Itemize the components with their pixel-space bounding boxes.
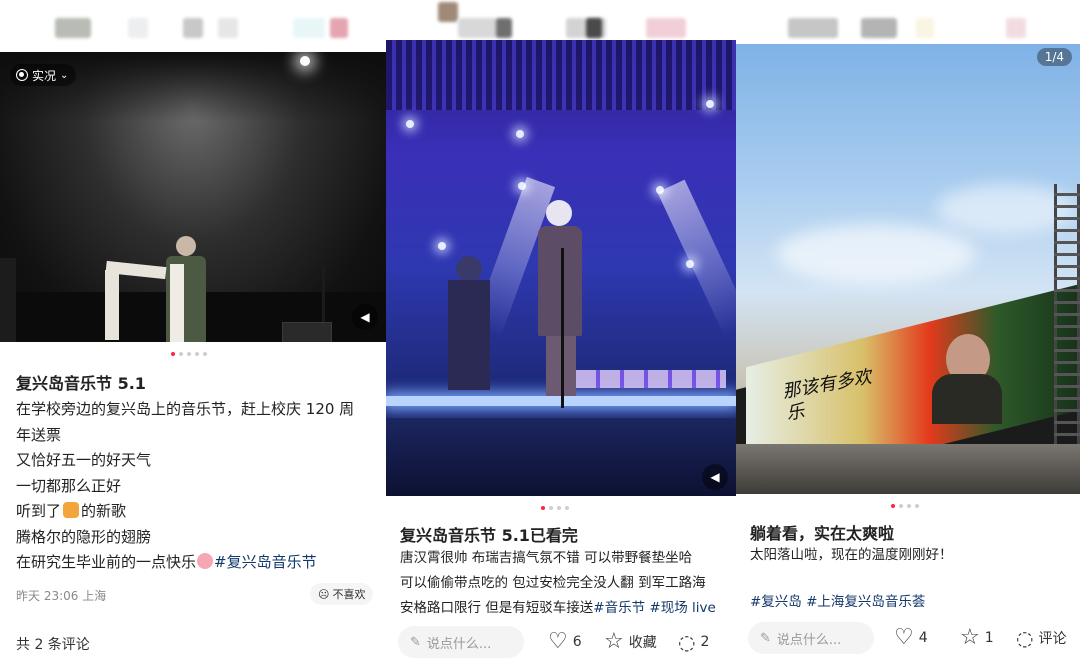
carousel-dot [557,506,561,510]
carousel-dots [891,504,919,508]
post-body: 太阳落山啦，现在的温度刚刚好！ [750,543,953,568]
body-line: 腾格尔的隐形的翅膀 [16,527,152,546]
body-line: 一切都那么正好 [16,476,122,495]
carousel-dot [899,504,903,508]
comment-input[interactable]: ✎ 说点什么... [748,622,874,654]
carousel-dot [549,506,553,510]
live-photo-icon [16,69,28,81]
comment-placeholder: 说点什么... [776,632,842,648]
tiger-emoji [63,502,80,518]
carousel-dot [915,504,919,508]
post-photo[interactable]: 实况 ⌄ ◀ [0,52,386,342]
collect-button[interactable]: ☆ 收藏 [604,631,657,653]
not-interested-button[interactable]: ☹ 不喜欢 [310,583,374,605]
comment-count: 2 [700,634,710,650]
comments-count: 共 2 条评论 [16,637,90,653]
sad-face-icon: ☹ [318,587,330,601]
post-title: 复兴岛音乐节 5.1已看完 [400,526,578,545]
post-card-2[interactable]: ◀ 复兴岛音乐节 5.1已看完 唐汉霄很帅 布瑞吉搞气氛不错 可以带野餐垫坐哈 … [386,0,736,667]
star-icon: ☆ [604,629,624,654]
carousel-dot [179,352,183,356]
hashtag-link[interactable]: #上海复兴岛音乐荟 [806,594,925,610]
live-photo-chip[interactable]: 实况 ⌄ [10,64,77,86]
like-count: 4 [918,630,928,646]
post-body: 唐汉霄很帅 布瑞吉搞气氛不错 可以带野餐垫坐哈 可以偷偷带点吃的 包过安检完全没… [400,546,716,621]
pig-emoji [197,553,214,569]
body-line: 在研究生毕业前的一点快乐 #复兴岛音乐节 [16,550,354,576]
comment-button[interactable]: ◌ 2 [678,632,709,652]
pencil-icon: ✎ [410,634,421,650]
body-line: 可以偷偷带点吃的 包过安检完全没人翻 到军工路海 [400,575,706,591]
carousel-dots [541,506,569,510]
bottom-action-bar: ✎ 说点什么... ♡ 4 ☆ 1 ◌ 评论 [736,614,1080,662]
body-line: 在学校旁边的复兴岛上的音乐节，赶上校庆 120 周 [16,400,355,418]
hashtag-link[interactable]: #音乐节 [593,600,645,616]
post-photo[interactable]: 那该有多欢乐 1/4 [736,44,1080,494]
comment-input[interactable]: ✎ 说点什么... [398,626,524,658]
like-count: 6 [572,634,582,650]
carousel-dot [541,506,545,510]
post-title: 复兴岛音乐节 5.1 [16,374,146,393]
not-interested-label: 不喜欢 [332,588,366,601]
like-button[interactable]: ♡ 6 [548,631,582,653]
post-card-1[interactable]: 实况 ⌄ ◀ 复兴岛音乐节 5.1 在学校旁边的复兴岛上的音乐节，赶上校庆 12… [0,0,386,667]
post-photo[interactable]: ◀ [386,40,736,496]
post-meta: 昨天 23:06 上海 [16,589,107,603]
carousel-dot [203,352,207,356]
screenshot-root: 实况 ⌄ ◀ 复兴岛音乐节 5.1 在学校旁边的复兴岛上的音乐节，赶上校庆 12… [0,0,1080,667]
carousel-dot [907,504,911,508]
post-tags: #复兴岛 #上海复兴岛音乐荟 [750,590,925,615]
body-line: 又恰好五一的好天气 [16,451,152,469]
comment-icon: ◌ [678,630,696,654]
carousel-dot [891,504,895,508]
body-line: 听到了 的新歌 [16,499,354,525]
carousel-dots [171,352,207,356]
live-photo-label: 实况 [32,68,57,83]
comment-placeholder: 说点什么... [426,636,492,652]
body-line: 唐汉霄很帅 布瑞吉搞气氛不错 可以带野餐垫坐哈 [400,550,693,566]
body-line: 太阳落山啦，现在的温度刚刚好！ [750,547,953,563]
hashtag-link[interactable]: #复兴岛音乐节 [214,553,317,571]
post-card-3[interactable]: 那该有多欢乐 1/4 躺着看，实在太爽啦 太阳落山啦，现在的温度刚刚好！ #复兴… [736,0,1080,667]
comment-label: 评论 [1038,631,1067,647]
mute-icon[interactable]: ◀ [702,464,728,490]
carousel-dot [171,352,175,356]
star-icon: ☆ [960,625,980,650]
like-button[interactable]: ♡ 4 [894,627,928,649]
mute-icon[interactable]: ◀ [352,304,378,330]
comment-icon: ◌ [1016,626,1034,650]
carousel-dot [195,352,199,356]
comment-button[interactable]: ◌ 评论 [1016,628,1066,648]
collect-label: 收藏 [628,635,657,651]
heart-icon: ♡ [548,629,568,654]
pencil-icon: ✎ [760,630,771,646]
body-line: 年送票 [16,425,62,444]
collect-count: 1 [984,630,994,646]
body-text: 安格路口限行 但是有短驳车接送 [400,600,594,616]
status-bar [386,0,736,40]
status-bar [0,0,386,48]
carousel-dot [565,506,569,510]
hashtag-link[interactable]: #现场 live [649,600,715,616]
post-body: 在学校旁边的复兴岛上的音乐节，赶上校庆 120 周 年送票 又恰好五一的好天气 … [16,397,354,576]
chevron-down-icon: ⌄ [60,69,69,81]
bottom-action-bar: ✎ 说点什么... ♡ 6 ☆ 收藏 ◌ 2 [386,618,736,666]
body-text: 在研究生毕业前的一点快乐 [16,553,197,571]
image-counter: 1/4 [1036,48,1072,66]
status-bar [736,0,1080,44]
body-text: 的新歌 [81,502,127,520]
hashtag-link[interactable]: #复兴岛 [750,594,802,610]
heart-icon: ♡ [894,625,914,650]
body-text: 听到了 [16,502,62,520]
collect-button[interactable]: ☆ 1 [960,627,994,649]
carousel-dot [187,352,191,356]
tag-line: #复兴岛 #上海复兴岛音乐荟 [750,590,925,615]
post-title: 躺着看，实在太爽啦 [750,524,895,543]
